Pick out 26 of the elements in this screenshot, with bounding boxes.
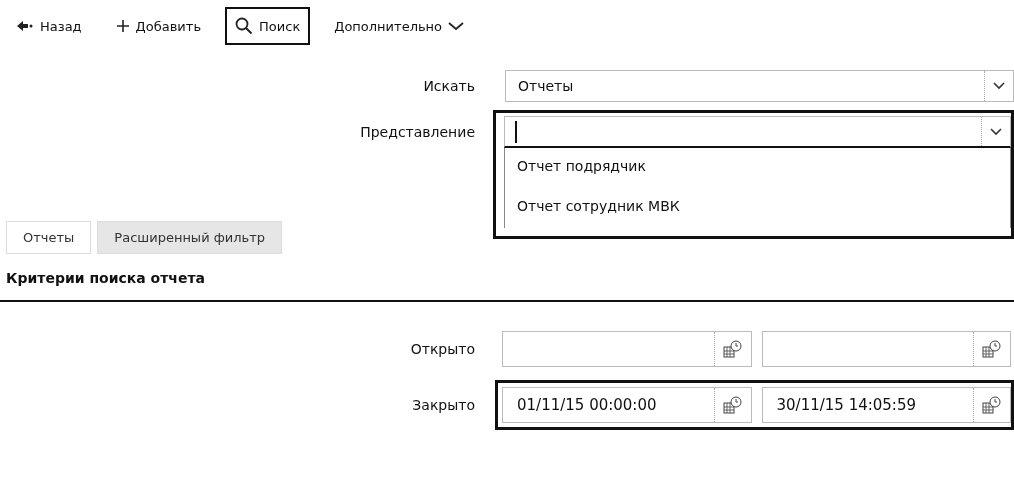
tab[interactable]: Отчеты [6, 221, 92, 254]
date-field[interactable] [502, 331, 752, 367]
tab[interactable]: Расширенный фильтр [97, 221, 283, 254]
toolbar-button[interactable]: Поиск [225, 7, 311, 45]
calendar-clock-icon [982, 395, 1002, 415]
view-dropdown[interactable] [504, 116, 1011, 148]
calendar-clock-icon [982, 339, 1002, 359]
chevron-down-icon [993, 82, 1005, 90]
plus-icon [115, 19, 130, 33]
field-label: Закрыто [411, 397, 476, 413]
back-arrow-icon [16, 20, 34, 32]
date-field[interactable]: 30/11/15 14:05:59 [761, 387, 1011, 423]
calendar-clock-icon [722, 339, 743, 359]
dropdown-option[interactable]: Отчет сотрудник МВК [505, 188, 1010, 228]
date-field[interactable]: 01/11/15 00:00:00 [502, 387, 752, 423]
calendar-clock-icon [722, 395, 743, 415]
chevron-down-icon [448, 21, 465, 31]
field-label: Представление [359, 123, 476, 140]
chevron-down-icon [990, 127, 1002, 136]
date-field[interactable] [761, 331, 1011, 367]
search-in-dropdown[interactable]: Отчеты [505, 70, 1014, 102]
search-icon [235, 17, 254, 35]
field-label: Открыто [409, 341, 476, 357]
dropdown-option[interactable]: Отчет подрядчик [505, 148, 1010, 188]
section-title: Критерии поиска отчета [6, 270, 207, 286]
field-label: Искать [422, 78, 476, 94]
